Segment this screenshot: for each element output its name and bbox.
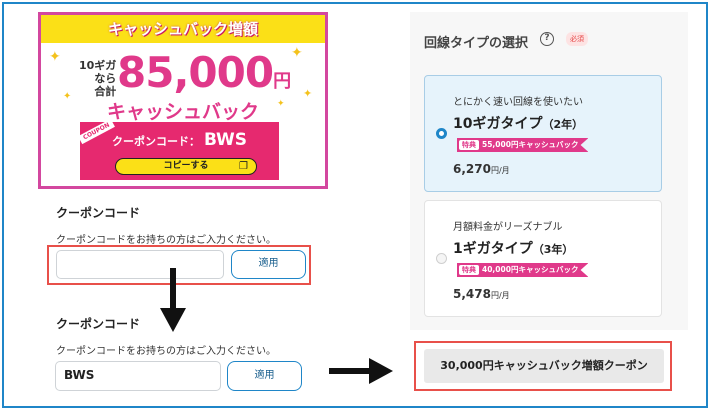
required-badge: 必須 [566, 32, 588, 46]
plan-radio[interactable] [436, 253, 447, 264]
line-type-panel: 回線タイプの選択 ? 必須 とにかく速い回線を使いたい 10ギガタイプ（2年） … [410, 12, 688, 330]
line-type-title: 回線タイプの選択 [424, 36, 529, 51]
promo-text: 40,000円キャッシュバック [482, 265, 579, 274]
plan-price-unit: 円/月 [490, 166, 510, 175]
applied-coupon-label: 30,000円キャッシュバック増額クーポン [424, 349, 664, 383]
plan-promo: 特典 40,000円キャッシュバック [457, 263, 589, 277]
plan-lead: とにかく速い回線を使いたい [453, 97, 583, 108]
plan-name-text: 10ギガタイプ [453, 116, 543, 132]
banner-amount: 85,000円 [117, 48, 291, 97]
plan-name: 1ギガタイプ（3年） [453, 238, 573, 258]
promo-tag: 特典 [459, 140, 479, 150]
plan-price: 6,270円/月 [453, 162, 510, 176]
coupon-code-line: クーポンコード： BWS [80, 130, 279, 150]
banner-subtitle: キャッシュバック [106, 101, 259, 123]
apply-button[interactable]: 適用 [227, 361, 302, 391]
apply-button[interactable]: 適用 [231, 250, 306, 279]
banner-condition-line: なら [94, 72, 117, 85]
coupon-code-label: クーポンコード： [111, 135, 200, 148]
plan-price-value: 5,478 [453, 287, 491, 301]
copy-button-label: コピーする [163, 161, 209, 171]
coupon-form-title: クーポンコード [56, 206, 141, 220]
coupon-form-description: クーポンコードをお持ちの方はご入力ください。 [56, 346, 276, 357]
plan-term: （3年） [532, 243, 574, 256]
highlight-box: 30,000円キャッシュバック増額クーポン [414, 341, 672, 391]
plan-name: 10ギガタイプ（2年） [453, 113, 583, 133]
banner-header: キャッシュバック増額 [41, 15, 325, 43]
plan-promo: 特典 55,000円キャッシュバック [457, 138, 589, 152]
plan-radio[interactable] [436, 128, 447, 139]
cashback-banner: キャッシュバック増額 ✦ ✦ ✦ ✦ ✦ 10ギガ なら 合計 85,000円 … [38, 12, 328, 189]
plan-name-text: 1ギガタイプ [453, 241, 533, 257]
coupon-input-filled[interactable]: BWS [55, 361, 221, 391]
plan-price-unit: 円/月 [490, 291, 510, 300]
banner-condition: 10ギガ なら 合計 [79, 59, 116, 98]
arrow-right-icon [329, 358, 393, 384]
plan-term: （2年） [542, 118, 584, 131]
sparkle-icon: ✦ [291, 45, 303, 61]
coupon-form-description: クーポンコードをお持ちの方はご入力ください。 [56, 235, 276, 246]
plan-lead: 月額料金がリーズナブル [453, 222, 563, 233]
coupon-input-empty[interactable] [56, 250, 224, 279]
help-icon[interactable]: ? [540, 32, 554, 46]
coupon-code-box: COUPON クーポンコード： BWS コピーする ❐ [78, 118, 279, 180]
coupon-code-value: BWS [203, 130, 248, 150]
promo-text: 55,000円キャッシュバック [482, 140, 579, 149]
copy-icon: ❐ [239, 161, 248, 172]
promo-tag: 特典 [459, 265, 479, 275]
arrow-down-icon [160, 268, 186, 332]
plan-price-value: 6,270 [453, 162, 491, 176]
copy-button[interactable]: コピーする ❐ [115, 158, 257, 175]
banner-condition-line: 10ギガ [79, 59, 117, 72]
sparkle-icon: ✦ [49, 49, 61, 65]
banner-amount-value: 85,000 [117, 48, 274, 97]
coupon-form-title: クーポンコード [56, 317, 141, 331]
plan-option-1g[interactable]: 月額料金がリーズナブル 1ギガタイプ（3年） 特典 40,000円キャッシュバック… [424, 200, 662, 317]
plan-price: 5,478円/月 [453, 287, 510, 301]
banner-amount-unit: 円 [273, 71, 291, 92]
plan-option-10g[interactable]: とにかく速い回線を使いたい 10ギガタイプ（2年） 特典 55,000円キャッシュ… [424, 75, 662, 192]
